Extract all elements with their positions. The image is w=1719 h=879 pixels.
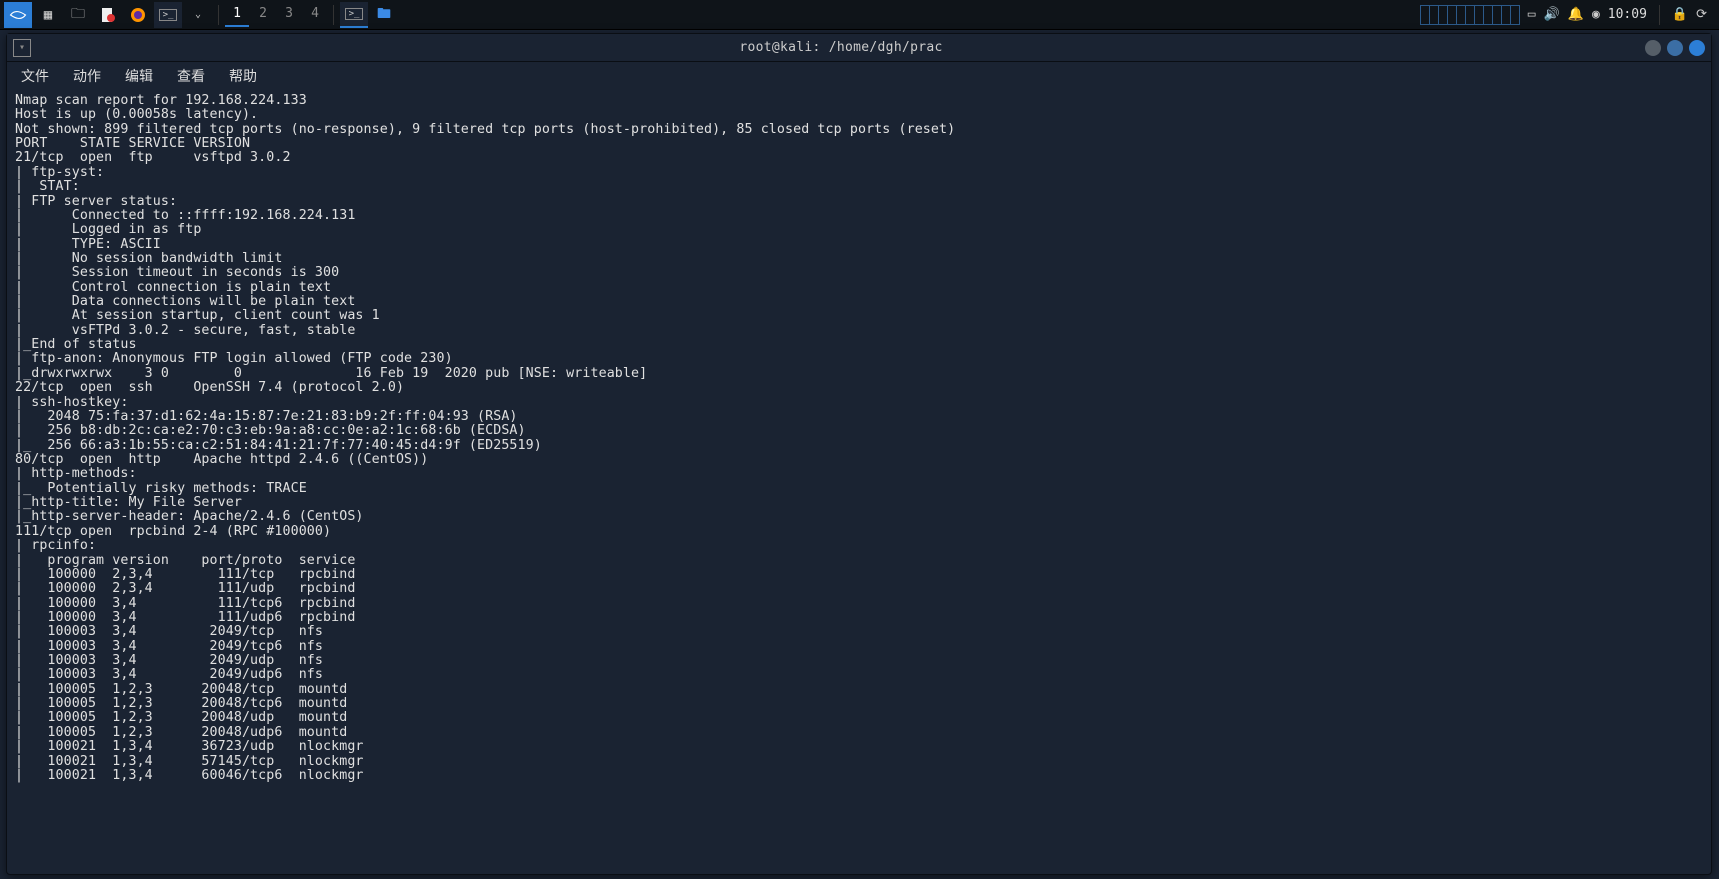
dropdown-icon[interactable]: ⌄ <box>184 2 212 28</box>
notifications-icon[interactable]: 🔔 <box>1568 7 1584 22</box>
maximize-button[interactable] <box>1667 40 1683 56</box>
close-button[interactable] <box>1689 40 1705 56</box>
taskbar-right: ▭ 🔊 🔔 ◉ 10:09 🔒 ⟳ <box>1420 5 1715 25</box>
cpu-graph-icon[interactable] <box>1420 5 1520 25</box>
menubar: 文件 动作 编辑 查看 帮助 <box>7 62 1711 90</box>
menu-view[interactable]: 查看 <box>171 64 211 88</box>
text-editor-icon[interactable] <box>94 2 122 28</box>
volume-icon[interactable]: 🔊 <box>1544 7 1560 22</box>
workspace-4[interactable]: 4 <box>303 3 327 27</box>
window-menu-icon[interactable]: ▾ <box>13 39 31 57</box>
terminal-icon[interactable]: >_ <box>154 2 182 28</box>
firefox-icon[interactable] <box>124 2 152 28</box>
terminal-window: ▾ root@kali: /home/dgh/prac 文件 动作 编辑 查看 … <box>6 33 1712 875</box>
terminal-output[interactable]: Nmap scan report for 192.168.224.133 Hos… <box>7 90 1711 874</box>
separator-icon <box>1659 5 1660 25</box>
power-icon[interactable]: ◉ <box>1592 7 1600 22</box>
taskbar-left: ▦ 🗀 >_ ⌄ 1 2 3 4 >_ 🖿 <box>4 2 398 28</box>
window-title: root@kali: /home/dgh/prac <box>37 40 1645 55</box>
clock[interactable]: 10:09 <box>1608 7 1647 22</box>
workspace-1[interactable]: 1 <box>225 3 249 27</box>
running-filemanager-icon[interactable]: 🖿 <box>370 2 398 28</box>
titlebar[interactable]: ▾ root@kali: /home/dgh/prac <box>7 34 1711 62</box>
workspace-3[interactable]: 3 <box>277 3 301 27</box>
refresh-icon[interactable]: ⟳ <box>1696 7 1707 22</box>
file-manager-icon[interactable]: 🗀 <box>64 2 92 28</box>
menu-help[interactable]: 帮助 <box>223 64 263 88</box>
app-launcher-icon[interactable]: ▦ <box>34 2 62 28</box>
menu-file[interactable]: 文件 <box>15 64 55 88</box>
window-controls <box>1645 40 1705 56</box>
minimize-button[interactable] <box>1645 40 1661 56</box>
menu-actions[interactable]: 动作 <box>67 64 107 88</box>
workspace-2[interactable]: 2 <box>251 3 275 27</box>
running-terminal-icon[interactable]: >_ <box>340 2 368 28</box>
kali-logo-icon[interactable] <box>4 2 32 28</box>
lock-icon[interactable]: 🔒 <box>1672 7 1688 22</box>
separator-icon <box>218 5 219 25</box>
display-icon[interactable]: ▭ <box>1528 7 1536 22</box>
separator-icon <box>333 5 334 25</box>
taskbar: ▦ 🗀 >_ ⌄ 1 2 3 4 >_ 🖿 ▭ 🔊 🔔 ◉ 10:09 🔒 ⟳ <box>0 0 1719 30</box>
menu-edit[interactable]: 编辑 <box>119 64 159 88</box>
